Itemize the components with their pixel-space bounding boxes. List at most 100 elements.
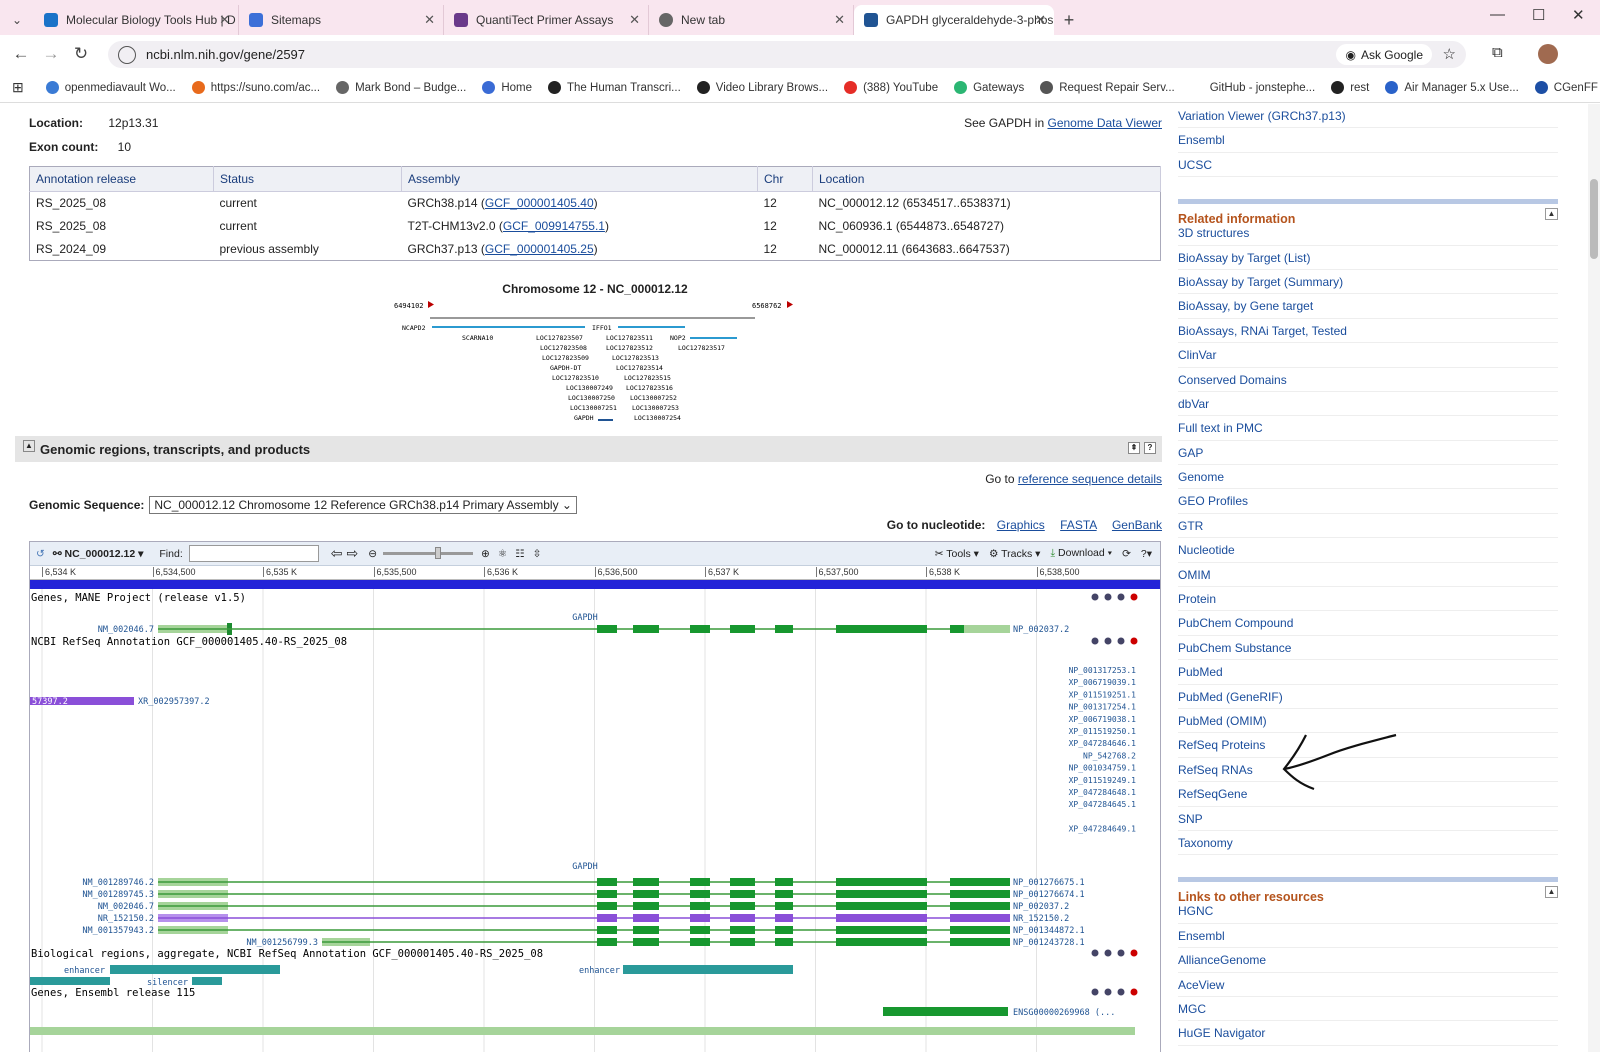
fasta-link[interactable]: FASTA bbox=[1060, 518, 1096, 532]
chromosome-gene-label[interactable]: LOC127823514 bbox=[616, 364, 663, 372]
zoom-slider[interactable] bbox=[383, 547, 474, 559]
chromosome-gene-label[interactable]: LOC127823508 bbox=[540, 344, 587, 352]
genbank-link[interactable]: GenBank bbox=[1112, 518, 1162, 532]
extensions-icon[interactable]: ⧉ bbox=[1492, 44, 1503, 61]
omnibox[interactable]: ncbi.nlm.nih.gov/gene/2597 ◉ Ask Google ☆ bbox=[108, 41, 1466, 68]
genomic-seq-select[interactable]: NC_000012.12 Chromosome 12 Reference GRC… bbox=[149, 496, 577, 514]
sidebar-link[interactable]: BioAssays, RNAi Target, Tested bbox=[1178, 319, 1558, 344]
find-input[interactable] bbox=[188, 545, 319, 562]
sidebar-link[interactable]: GEO Profiles bbox=[1178, 489, 1558, 514]
bookmark-item[interactable]: Request Repair Serv... bbox=[1040, 81, 1175, 94]
chromosome-gene-label[interactable]: LOC130007253 bbox=[632, 404, 679, 412]
sidebar-link[interactable]: BioAssay by Target (Summary) bbox=[1178, 270, 1558, 295]
sequence-select[interactable]: ⚯ NC_000012.12 ▾ bbox=[53, 548, 144, 560]
url-text[interactable]: ncbi.nlm.nih.gov/gene/2597 bbox=[146, 47, 305, 62]
sidebar-link[interactable]: Taxonomy bbox=[1178, 831, 1558, 856]
site-info-icon[interactable] bbox=[118, 45, 136, 64]
sidebar-link[interactable]: dbVar bbox=[1178, 392, 1558, 417]
chromosome-gene-label[interactable]: LOC130007251 bbox=[570, 404, 617, 412]
sidebar-link[interactable]: PubMed bbox=[1178, 660, 1558, 685]
minimize-icon[interactable]: — bbox=[1490, 6, 1505, 23]
chromosome-gene-label[interactable]: NOP2 bbox=[670, 334, 686, 342]
ask-google-button[interactable]: ◉ Ask Google bbox=[1336, 44, 1432, 65]
bookmark-star-icon[interactable]: ☆ bbox=[1443, 45, 1456, 63]
tracks-menu[interactable]: ⚙ Tracks ▾ bbox=[989, 548, 1040, 560]
chromosome-gene-label[interactable]: LOC130007250 bbox=[568, 394, 615, 402]
bookmark-item[interactable]: CGenFF bbox=[1534, 81, 1598, 94]
sidebar-link[interactable]: PubMed (GeneRIF) bbox=[1178, 685, 1558, 709]
sequence-viewer[interactable]: ↺ ⚯ NC_000012.12 ▾ Find: ⇦ ⇨ ⊖ ⊕ ⚛ ☷ ⇳ ✂… bbox=[29, 541, 1161, 1052]
sidebar-link[interactable]: Ensembl bbox=[1178, 128, 1558, 153]
bookmark-item[interactable]: openmediavault Wo... bbox=[45, 81, 176, 94]
sidebar-link[interactable]: PubChem Substance bbox=[1178, 636, 1558, 661]
sidebar-link[interactable]: SNP bbox=[1178, 807, 1558, 831]
chromosome-gene-label[interactable]: LOC127823507 bbox=[536, 334, 583, 342]
close-icon[interactable]: ✕ bbox=[834, 12, 845, 28]
download-menu[interactable]: ⤓ Download ▾ bbox=[1050, 547, 1112, 560]
assembly-accession-link[interactable]: GCF_009914755.1 bbox=[503, 219, 605, 233]
sidebar-link[interactable]: Nucleotide bbox=[1178, 538, 1558, 563]
chromosome-gene-label[interactable]: SCARNA10 bbox=[462, 334, 493, 342]
reload-icon[interactable]: ↻ bbox=[66, 44, 96, 64]
chromosome-gene-label[interactable]: LOC127823515 bbox=[624, 374, 671, 382]
fit-icon[interactable]: ⇳ bbox=[533, 548, 542, 560]
sidebar-link[interactable]: Variation Viewer (GRCh37.p13) bbox=[1178, 104, 1558, 129]
chromosome-map[interactable]: Chromosome 12 - NC_000012.12 6494102 656… bbox=[380, 282, 810, 422]
sidebar-link[interactable]: GAP bbox=[1178, 441, 1558, 466]
new-tab-button[interactable]: + bbox=[1054, 5, 1084, 35]
collapse-icon[interactable]: ▲ bbox=[1545, 208, 1558, 221]
help-icon[interactable]: ?▾ bbox=[1141, 548, 1152, 560]
tracks-area[interactable]: Genes, MANE Project (release v1.5) GAPDH N… bbox=[30, 589, 1161, 1052]
tab-sitemaps[interactable]: Sitemaps ✕ bbox=[239, 5, 444, 35]
chromosome-gene-label[interactable]: LOC127823517 bbox=[678, 344, 725, 352]
sidebar-link[interactable]: MGC bbox=[1178, 997, 1558, 1022]
sidebar-link[interactable]: AceView bbox=[1178, 973, 1558, 997]
sidebar-link[interactable]: OMIM bbox=[1178, 563, 1558, 588]
chromosome-gene-label[interactable]: LOC127823516 bbox=[626, 384, 673, 392]
sidebar-link[interactable]: AllianceGenome bbox=[1178, 948, 1558, 973]
ref-seq-details-link[interactable]: reference sequence details bbox=[1018, 472, 1162, 486]
tab-molbio[interactable]: Molecular Biology Tools Hub | D ✕ bbox=[34, 5, 239, 35]
close-icon[interactable]: ✕ bbox=[1035, 12, 1046, 28]
bookmark-item[interactable]: (388) YouTube bbox=[844, 81, 938, 94]
collapse-icon[interactable]: ▲ bbox=[23, 440, 35, 452]
refresh-icon[interactable]: ⟳ bbox=[1122, 548, 1131, 560]
sequence-icon[interactable]: ⚛ bbox=[498, 548, 507, 560]
chromosome-gene-label[interactable]: LOC130007252 bbox=[630, 394, 677, 402]
window-close-icon[interactable]: ✕ bbox=[1572, 6, 1585, 24]
sidebar-link[interactable]: BioAssay, by Gene target bbox=[1178, 294, 1558, 319]
sidebar-link[interactable]: GTR bbox=[1178, 514, 1558, 539]
bookmark-item[interactable]: The Human Transcri... bbox=[548, 81, 681, 94]
bookmark-item[interactable]: Home bbox=[482, 81, 532, 94]
sidebar-link[interactable]: HuGE Navigator bbox=[1178, 1021, 1558, 1046]
zoom-in-icon[interactable]: ⊕ bbox=[481, 548, 490, 560]
bookmark-item[interactable]: Air Manager 5.x Use... bbox=[1385, 81, 1519, 94]
chromosome-gene-label[interactable]: LOC127823509 bbox=[542, 354, 589, 362]
chromosome-gene-label[interactable]: LOC130007254 bbox=[634, 414, 681, 422]
sidebar-link[interactable]: Protein bbox=[1178, 587, 1558, 612]
chromosome-gene-label[interactable]: GAPDH bbox=[574, 414, 594, 422]
back-icon[interactable]: ← bbox=[6, 44, 36, 64]
sidebar-link[interactable]: PubChem Compound bbox=[1178, 611, 1558, 636]
bookmark-item[interactable]: Video Library Brows... bbox=[696, 81, 828, 94]
zoom-out-icon[interactable]: ⊖ bbox=[368, 548, 377, 560]
chromosome-gene-label[interactable]: LOC127823512 bbox=[606, 344, 653, 352]
assembly-accession-link[interactable]: GCF_000001405.25 bbox=[485, 242, 594, 256]
chromosome-gene-label[interactable]: LOC130007249 bbox=[566, 384, 613, 392]
help-icon[interactable]: ? bbox=[1144, 442, 1156, 454]
forward-icon[interactable]: → bbox=[36, 44, 66, 64]
pan-left-icon[interactable]: ⇦ bbox=[331, 545, 343, 562]
bookmark-item[interactable]: GitHub - jonstephe... bbox=[1190, 81, 1315, 94]
bookmark-item[interactable]: https://suno.com/ac... bbox=[191, 81, 320, 94]
assembly-accession-link[interactable]: GCF_000001405.40 bbox=[485, 196, 594, 210]
page-scrollbar[interactable] bbox=[1588, 104, 1600, 1052]
top-icon[interactable]: ⇞ bbox=[1128, 442, 1140, 454]
chromosome-gene-label[interactable]: NCAPD2 bbox=[402, 324, 426, 332]
chromosome-gene-label[interactable]: LOC127823510 bbox=[552, 374, 599, 382]
bookmark-item[interactable]: Gateways bbox=[954, 81, 1024, 94]
chromosome-gene-label[interactable]: LOC127823513 bbox=[612, 354, 659, 362]
genomic-regions-header[interactable]: ▲ Genomic regions, transcripts, and prod… bbox=[15, 436, 1162, 462]
scrollbar-thumb[interactable] bbox=[1590, 179, 1598, 259]
tab-quantitect[interactable]: QuantiTect Primer Assays ✕ bbox=[444, 5, 649, 35]
tab-search-button[interactable]: ⌄ bbox=[0, 5, 34, 35]
